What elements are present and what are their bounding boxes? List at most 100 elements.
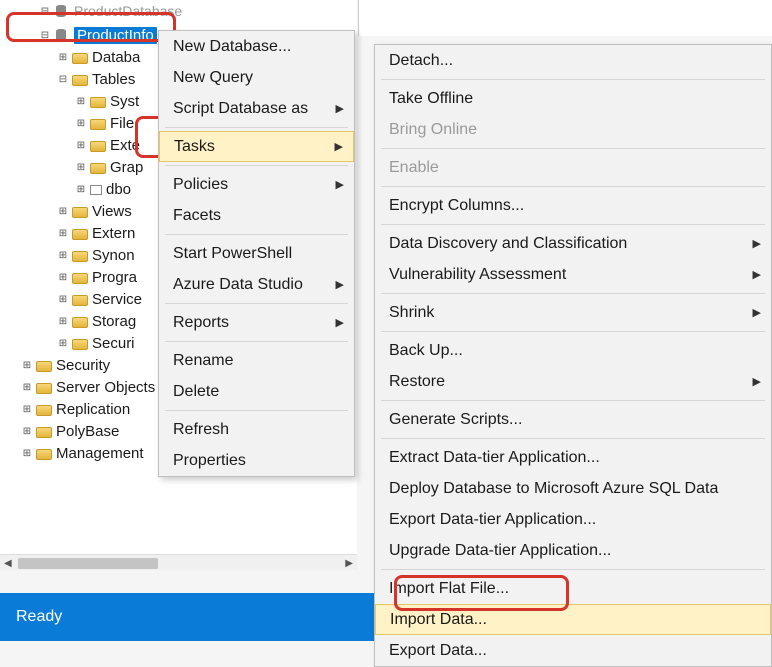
expand-icon[interactable]: ⊟ bbox=[38, 4, 52, 18]
menu-item-label: Azure Data Studio bbox=[173, 276, 303, 294]
submenu-arrow-icon: ▶ bbox=[336, 316, 344, 329]
menu-item-label: Script Database as bbox=[173, 100, 308, 118]
menu-item-label: Back Up... bbox=[389, 342, 463, 360]
folder-icon bbox=[72, 75, 88, 86]
submenu-arrow-icon: ▶ bbox=[753, 375, 761, 388]
menu-separator bbox=[165, 234, 348, 235]
expand-icon[interactable]: ⊞ bbox=[56, 292, 70, 306]
folder-icon bbox=[72, 207, 88, 218]
menu-item-label: Delete bbox=[173, 383, 219, 401]
menu-item[interactable]: New Query bbox=[159, 62, 354, 93]
expand-icon[interactable]: ⊞ bbox=[56, 50, 70, 64]
expand-icon[interactable]: ⊞ bbox=[74, 138, 88, 152]
expand-icon[interactable]: ⊞ bbox=[56, 248, 70, 262]
menu-item[interactable]: Deploy Database to Microsoft Azure SQL D… bbox=[375, 473, 771, 504]
menu-item[interactable]: Generate Scripts... bbox=[375, 404, 771, 435]
submenu-arrow-icon: ▶ bbox=[753, 237, 761, 250]
menu-item[interactable]: Reports ▶ bbox=[159, 307, 354, 338]
tree-label: Server Objects bbox=[56, 379, 155, 396]
menu-item[interactable]: Rename bbox=[159, 345, 354, 376]
menu-item[interactable]: Delete bbox=[159, 376, 354, 407]
scroll-thumb[interactable] bbox=[18, 558, 158, 569]
expand-icon[interactable]: ⊞ bbox=[20, 424, 34, 438]
expand-icon[interactable]: ⊞ bbox=[56, 270, 70, 284]
expand-icon[interactable]: ⊞ bbox=[20, 380, 34, 394]
menu-item[interactable]: Properties bbox=[159, 445, 354, 476]
expand-icon[interactable]: ⊞ bbox=[56, 314, 70, 328]
submenu-arrow-icon: ▶ bbox=[336, 278, 344, 291]
menu-item-label: Take Offline bbox=[389, 90, 473, 108]
menu-item[interactable]: Vulnerability Assessment▶ bbox=[375, 259, 771, 290]
menu-item[interactable]: Back Up... bbox=[375, 335, 771, 366]
menu-item-label: Deploy Database to Microsoft Azure SQL D… bbox=[389, 480, 718, 498]
expand-icon[interactable]: ⊞ bbox=[56, 226, 70, 240]
expand-icon[interactable]: ⊞ bbox=[20, 446, 34, 460]
menu-item[interactable]: Export Data... bbox=[375, 635, 771, 666]
menu-separator bbox=[381, 438, 765, 439]
tree-label: Service bbox=[92, 291, 142, 308]
menu-item[interactable]: Shrink▶ bbox=[375, 297, 771, 328]
menu-item[interactable]: Encrypt Columns... bbox=[375, 190, 771, 221]
expand-icon[interactable]: ⊞ bbox=[74, 182, 88, 196]
menu-item[interactable]: Import Flat File... bbox=[375, 573, 771, 604]
submenu-arrow-icon: ▶ bbox=[753, 306, 761, 319]
submenu-arrow-icon: ▶ bbox=[335, 140, 343, 153]
menu-item[interactable]: Restore▶ bbox=[375, 366, 771, 397]
expand-icon[interactable]: ⊞ bbox=[20, 402, 34, 416]
menu-item-label: Import Data... bbox=[390, 611, 487, 629]
menu-item[interactable]: Detach... bbox=[375, 45, 771, 76]
menu-item[interactable]: Upgrade Data-tier Application... bbox=[375, 535, 771, 566]
menu-item-label: Enable bbox=[389, 159, 439, 177]
menu-item-label: Encrypt Columns... bbox=[389, 197, 524, 215]
tree-label: Management bbox=[56, 445, 144, 462]
menu-item[interactable]: Data Discovery and Classification▶ bbox=[375, 228, 771, 259]
database-icon bbox=[54, 28, 70, 42]
status-text: Ready bbox=[16, 608, 62, 626]
expand-icon[interactable]: ⊞ bbox=[56, 204, 70, 218]
menu-item[interactable]: Script Database as▶ bbox=[159, 93, 354, 124]
menu-item[interactable]: Take Offline bbox=[375, 83, 771, 114]
table-icon bbox=[90, 185, 102, 195]
menu-item-label: Reports bbox=[173, 314, 229, 332]
menu-item[interactable]: Policies▶ bbox=[159, 169, 354, 200]
expand-icon[interactable]: ⊞ bbox=[20, 358, 34, 372]
folder-icon bbox=[72, 317, 88, 328]
sql-editor[interactable]: ,[Product Sub-Category] [Product Name] bbox=[358, 0, 772, 36]
expand-icon[interactable]: ⊞ bbox=[56, 336, 70, 350]
tree-label: Syst bbox=[110, 93, 139, 110]
folder-icon bbox=[36, 427, 52, 438]
expand-icon[interactable]: ⊟ bbox=[38, 28, 52, 42]
menu-item[interactable]: Export Data-tier Application... bbox=[375, 504, 771, 535]
tree-label: File bbox=[110, 115, 134, 132]
folder-icon bbox=[36, 449, 52, 460]
expand-icon[interactable]: ⊞ bbox=[74, 160, 88, 174]
scroll-left-icon[interactable]: ◀ bbox=[4, 558, 12, 569]
folder-icon bbox=[72, 251, 88, 262]
menu-item[interactable]: Start PowerShell bbox=[159, 238, 354, 269]
menu-item[interactable]: Extract Data-tier Application... bbox=[375, 442, 771, 473]
menu-separator bbox=[165, 127, 348, 128]
tree-label: Extern bbox=[92, 225, 135, 242]
database-icon bbox=[54, 4, 70, 18]
menu-item[interactable]: Tasks▶ bbox=[159, 131, 354, 162]
menu-item[interactable]: Import Data... bbox=[375, 604, 771, 635]
expand-icon[interactable]: ⊟ bbox=[56, 72, 70, 86]
tree-node-parent[interactable]: ⊟ ProductDatabase bbox=[0, 0, 357, 22]
horizontal-scrollbar[interactable]: ◀ ▶ bbox=[0, 554, 357, 570]
expand-icon[interactable]: ⊞ bbox=[74, 94, 88, 108]
menu-item[interactable]: New Database... bbox=[159, 31, 354, 62]
menu-item[interactable]: Bring Online bbox=[375, 114, 771, 145]
tree-label: Replication bbox=[56, 401, 130, 418]
tree-label: Exte bbox=[110, 137, 140, 154]
menu-item-label: Export Data... bbox=[389, 642, 487, 660]
menu-separator bbox=[381, 148, 765, 149]
menu-item-label: New Database... bbox=[173, 38, 291, 56]
menu-item[interactable]: Refresh bbox=[159, 414, 354, 445]
menu-item[interactable]: Enable bbox=[375, 152, 771, 183]
menu-item[interactable]: Azure Data Studio ▶ bbox=[159, 269, 354, 300]
menu-item-label: Rename bbox=[173, 352, 233, 370]
menu-item[interactable]: Facets bbox=[159, 200, 354, 231]
scroll-right-icon[interactable]: ▶ bbox=[345, 558, 353, 569]
menu-item-label: Export Data-tier Application... bbox=[389, 511, 596, 529]
expand-icon[interactable]: ⊞ bbox=[74, 116, 88, 130]
